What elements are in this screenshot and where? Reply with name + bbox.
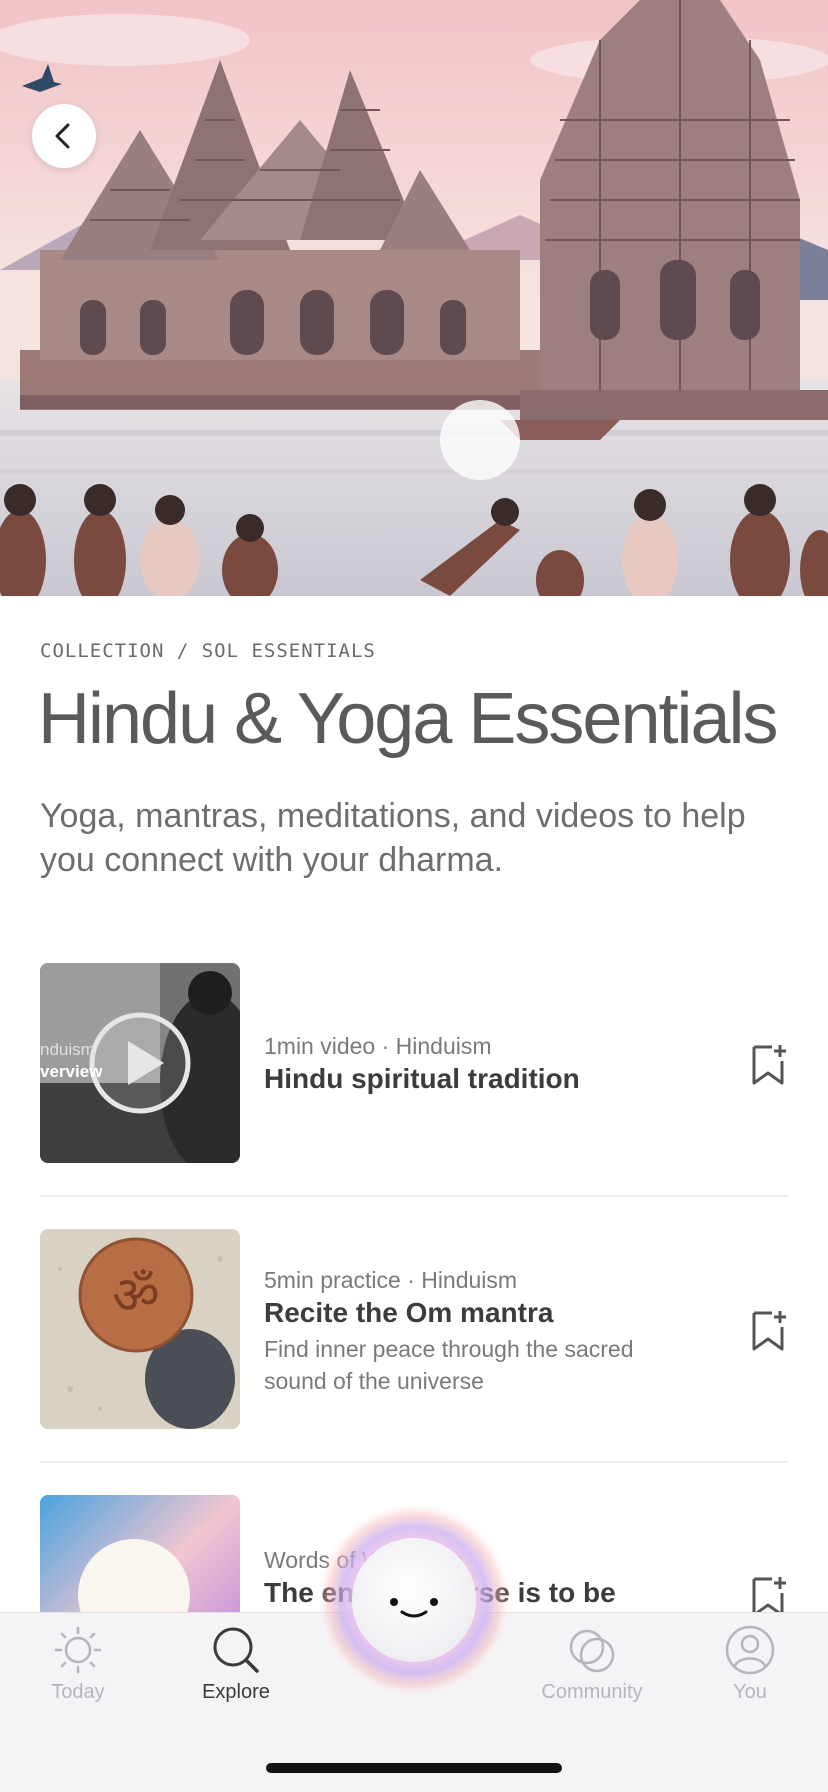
list-item-practice[interactable]: ॐ 5min practice · Hinduism Recite the Om… — [40, 1229, 788, 1429]
smile-orb-button[interactable] — [314, 1500, 514, 1700]
om-thumbnail[interactable]: ॐ — [40, 1229, 240, 1429]
divider — [40, 1195, 788, 1197]
breadcrumb: COLLECTION / SOL ESSENTIALS — [40, 640, 376, 662]
item-description: Find inner peace through the sacred soun… — [264, 1336, 634, 1394]
page-title: Hindu & Yoga Essentials — [38, 679, 779, 759]
sun-icon — [8, 1625, 148, 1675]
profile-icon — [680, 1625, 820, 1675]
tab-today[interactable]: Today — [8, 1625, 148, 1725]
svg-text:ॐ: ॐ — [112, 1266, 159, 1326]
back-button[interactable] — [32, 104, 96, 168]
video-thumbnail[interactable]: nduism verview — [40, 963, 240, 1163]
hero-image — [0, 0, 828, 596]
bookmark-add-icon[interactable] — [748, 1043, 788, 1087]
item-meta: 5min practice · Hinduism — [264, 1267, 518, 1293]
item-title[interactable]: Recite the Om mantra — [264, 1295, 688, 1331]
tab-label: Community — [541, 1681, 643, 1703]
page-subtitle: Yoga, mantras, meditations, and videos t… — [40, 797, 746, 879]
tab-label: You — [733, 1681, 767, 1703]
smile-orb-icon — [316, 1502, 512, 1698]
item-title[interactable]: Hindu spiritual tradition — [264, 1061, 688, 1097]
chevron-left-icon — [49, 121, 79, 151]
thumb-overlay-line1: nduism — [40, 1040, 95, 1059]
tab-you[interactable]: You — [680, 1625, 820, 1725]
tab-community[interactable]: Community — [522, 1625, 662, 1725]
divider — [40, 1461, 788, 1463]
thumb-overlay-line2: verview — [40, 1062, 103, 1081]
tab-label: Explore — [202, 1681, 270, 1703]
community-icon — [522, 1625, 662, 1675]
tab-label: Today — [51, 1681, 105, 1703]
item-meta: 1min video · Hinduism — [264, 1033, 492, 1059]
bookmark-add-icon[interactable] — [748, 1309, 788, 1353]
tab-explore[interactable]: Explore — [166, 1625, 306, 1725]
home-indicator — [266, 1763, 562, 1773]
list-item-video[interactable]: nduism verview 1min video · Hinduism Hin… — [40, 963, 788, 1163]
search-icon — [166, 1625, 306, 1675]
